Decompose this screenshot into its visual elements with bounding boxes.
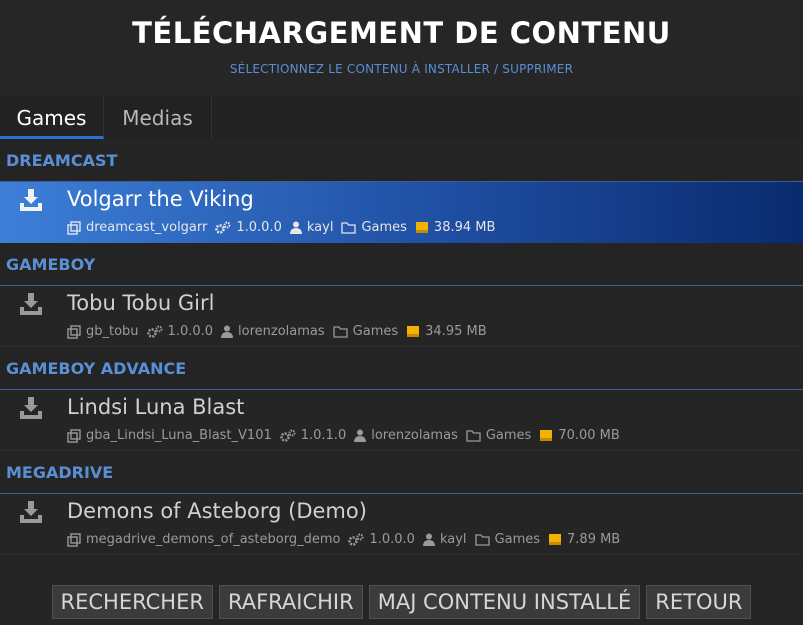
list-item[interactable]: Demons of Asteborg (Demo) megadrive_demo…: [0, 494, 803, 555]
update-installed-button[interactable]: MAJ CONTENU INSTALLÉ: [368, 585, 641, 619]
copy-icon: [67, 324, 81, 339]
download-icon: [20, 293, 42, 315]
storage-icon: [415, 222, 428, 233]
storage-icon: [549, 534, 562, 545]
gears-icon: [348, 533, 364, 546]
page-title: TÉLÉCHARGEMENT DE CONTENU: [132, 16, 671, 50]
item-title: Demons of Asteborg (Demo): [67, 499, 367, 523]
tab-bar: Games Medias: [0, 96, 803, 140]
item-meta: megadrive_demons_of_asteborg_demo 1.0.0.…: [67, 532, 628, 547]
group-header-gameboy: GAMEBOY: [0, 243, 803, 286]
item-version: 1.0.0.0: [236, 220, 282, 235]
page-subtitle: SÉLECTIONNEZ LE CONTENU À INSTALLER / SU…: [229, 62, 574, 76]
copy-icon: [67, 532, 81, 547]
item-id: gba_Lindsi_Luna_Blast_V101: [86, 428, 272, 443]
item-title: Tobu Tobu Girl: [67, 291, 215, 315]
item-meta: gb_tobu 1.0.0.0 lorenzolamas Games 34.95…: [67, 324, 495, 339]
list-item[interactable]: Lindsi Luna Blast gba_Lindsi_Luna_Blast_…: [0, 390, 803, 451]
item-title: Volgarr the Viking: [67, 187, 254, 211]
item-author: kayl: [439, 532, 467, 547]
storage-icon: [407, 326, 420, 337]
gears-icon: [215, 221, 231, 234]
user-icon: [221, 325, 234, 338]
item-category: Games: [352, 324, 399, 339]
item-title: Lindsi Luna Blast: [67, 395, 245, 419]
item-category: Games: [361, 220, 407, 235]
item-id: dreamcast_volgarr: [86, 220, 208, 235]
refresh-button[interactable]: RAFRAICHIR: [218, 585, 363, 619]
back-button[interactable]: RETOUR: [646, 585, 752, 619]
group-header-dreamcast: DREAMCAST: [0, 139, 803, 182]
download-icon: [20, 501, 42, 523]
group-header-megadrive: MEGADRIVE: [0, 451, 803, 494]
item-version: 1.0.0.0: [167, 324, 214, 339]
gears-icon: [279, 429, 296, 442]
user-icon: [354, 429, 367, 442]
list-item[interactable]: Tobu Tobu Girl gb_tobu 1.0.0.0 lorenzola…: [0, 286, 803, 347]
item-version: 1.0.0.0: [369, 532, 415, 547]
folder-icon: [341, 221, 357, 234]
storage-icon: [540, 430, 553, 441]
item-size: 34.95 MB: [425, 324, 487, 339]
list-item[interactable]: Volgarr the Viking dreamcast_volgarr 1.0…: [0, 182, 803, 243]
copy-icon: [67, 428, 81, 443]
folder-icon: [466, 429, 481, 442]
item-id: megadrive_demons_of_asteborg_demo: [86, 532, 341, 547]
folder-icon: [333, 325, 348, 338]
item-category: Games: [494, 532, 541, 547]
item-meta: gba_Lindsi_Luna_Blast_V101 1.0.1.0 loren…: [67, 428, 628, 443]
item-author: kayl: [306, 220, 334, 235]
item-category: Games: [485, 428, 532, 443]
item-size: 38.94 MB: [433, 220, 496, 235]
folder-icon: [474, 533, 490, 546]
page-header: TÉLÉCHARGEMENT DE CONTENU SÉLECTIONNEZ L…: [0, 0, 803, 96]
item-meta: dreamcast_volgarr 1.0.0.0 kayl Games 38.…: [67, 220, 503, 235]
group-header-msx1: MSX1: [0, 555, 803, 570]
gears-icon: [146, 325, 163, 338]
item-id: gb_tobu: [86, 324, 139, 339]
action-bar: RECHERCHER RAFRAICHIR MAJ CONTENU INSTAL…: [0, 585, 803, 619]
copy-icon: [67, 220, 81, 235]
group-header-gameboy-advance: GAMEBOY ADVANCE: [0, 347, 803, 390]
item-version: 1.0.1.0: [300, 428, 347, 443]
item-size: 70.00 MB: [558, 428, 620, 443]
item-author: lorenzolamas: [238, 324, 325, 339]
item-author: lorenzolamas: [371, 428, 458, 443]
download-icon: [20, 189, 42, 211]
item-size: 7.89 MB: [567, 532, 621, 547]
search-button[interactable]: RECHERCHER: [51, 585, 213, 619]
user-icon: [422, 533, 435, 546]
tab-games[interactable]: Games: [0, 96, 104, 139]
download-icon: [20, 397, 42, 419]
tab-medias[interactable]: Medias: [104, 96, 212, 139]
user-icon: [289, 221, 302, 234]
content-list[interactable]: DREAMCAST Volgarr the Viking dreamcast_v…: [0, 139, 803, 570]
